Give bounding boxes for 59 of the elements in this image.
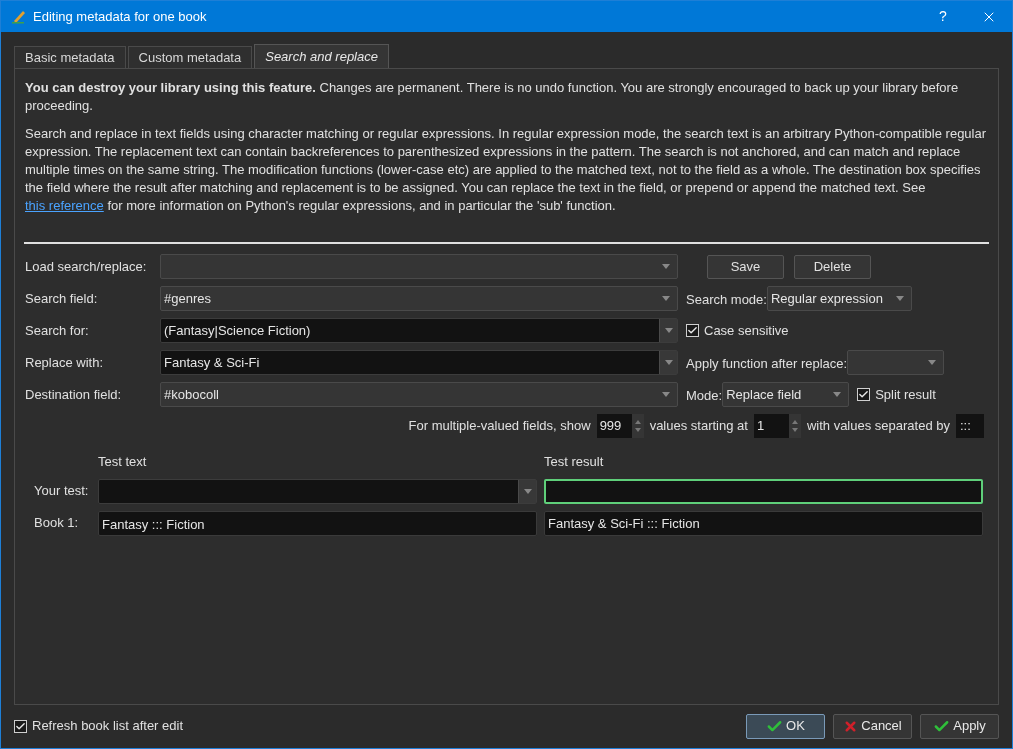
checkbox-label: Split result (875, 385, 936, 404)
search-mode-dropdown[interactable]: Regular expression (766, 286, 912, 311)
dropdown-arrow-icon (664, 360, 673, 365)
field-label: Search field: (25, 289, 99, 308)
test-text-field[interactable]: Fantasy ::: Fiction (98, 510, 537, 536)
window-title: Editing metadata for one book (33, 7, 207, 26)
mode-dropdown[interactable]: Replace field (722, 382, 850, 407)
spin-box[interactable]: 1 (753, 414, 801, 438)
description-text: Search and replace in text fields using character matching or regular expressions. In regular expression mode, the search text is an arbitrary Python-compatible regular expression. The replacement text can contain backreferences to parenthesized expressions in the pattern. The search is not anchored, and can match and replace multiple times on the same string. The modification functions (lower-case etc) are applied to the matched text, not to the field as a whole. The destination box specifies the field where the result after matching and replacement is to be assigned. You can replace the text in the field, or prepend or append the matched text. See this reference for more information on Python's regular expressions, and in particular the 'sub' function. (25, 125, 988, 215)
test-result-field[interactable] (544, 478, 983, 504)
checkbox-label: Refresh book list after edit (32, 717, 184, 736)
dropdown-arrow-icon (664, 328, 673, 333)
dropdown-arrow-icon (662, 264, 670, 269)
reference-link[interactable]: this reference (25, 198, 104, 213)
test-text-field[interactable] (98, 478, 537, 504)
search-for-field[interactable]: (Fantasy|Science Fiction) (160, 318, 678, 343)
tab[interactable]: Search and replace (254, 44, 389, 68)
checkbox[interactable] (686, 324, 699, 337)
spin-arrows-icon (631, 414, 644, 438)
field-label: Search for: (25, 321, 90, 340)
field-label: with values separated by (806, 417, 950, 436)
separator-field[interactable]: ::: (956, 414, 984, 438)
checkbox-label: Case sensitive (704, 321, 789, 340)
dropdown-arrow-icon (523, 488, 532, 494)
dropdown-arrow-icon (928, 360, 937, 365)
checkbox[interactable] (14, 719, 27, 733)
row-label: Your test: (34, 482, 90, 501)
tab[interactable]: Custom metadata (127, 46, 253, 68)
dropdown-arrow-icon (662, 296, 670, 301)
destination-dropdown[interactable]: #kobocoll (160, 382, 678, 407)
tab[interactable]: Basic metadata (14, 46, 126, 68)
dropdown-arrow-icon (833, 392, 842, 397)
field-label: Mode: (686, 387, 723, 403)
dropdown-arrow-icon (662, 392, 670, 397)
dialog-button[interactable]: Cancel (833, 713, 912, 739)
search-field-dropdown[interactable]: #genres (160, 286, 678, 311)
column-header: Test result (544, 453, 604, 471)
dialog-button[interactable]: OK (746, 713, 825, 739)
dropdown-arrow-icon (895, 296, 904, 301)
dialog-button[interactable]: Save (707, 254, 784, 279)
field-label: Load search/replace: (25, 257, 148, 276)
field-label: For multiple-valued fields, show (408, 417, 591, 436)
dialog-button[interactable]: Apply (920, 713, 999, 739)
field-label: Apply function after replace: (686, 355, 848, 371)
field-label: values starting at (649, 417, 748, 436)
test-result-field[interactable]: Fantasy & Sci-Fi ::: Fiction (544, 510, 983, 536)
replace-with-field[interactable]: Fantasy & Sci-Fi (160, 350, 678, 375)
pencil-icon (11, 8, 27, 25)
checkbox[interactable] (857, 388, 871, 401)
field-label: Search mode: (686, 291, 767, 307)
spin-box[interactable]: 999 (596, 414, 644, 438)
spin-arrows-icon (788, 414, 801, 438)
column-header: Test text (98, 453, 148, 471)
field-label: Destination field: (25, 385, 123, 404)
row-label: Book 1: (34, 514, 80, 533)
warning-text: You can destroy your library using this feature. Changes are permanent. There is no undo function. You are strongly encouraged to back up your library before proceeding. (25, 79, 960, 115)
field-label: Replace with: (25, 353, 105, 372)
dialog-button[interactable]: Delete (794, 254, 871, 279)
help-button[interactable]: ? (920, 6, 966, 27)
